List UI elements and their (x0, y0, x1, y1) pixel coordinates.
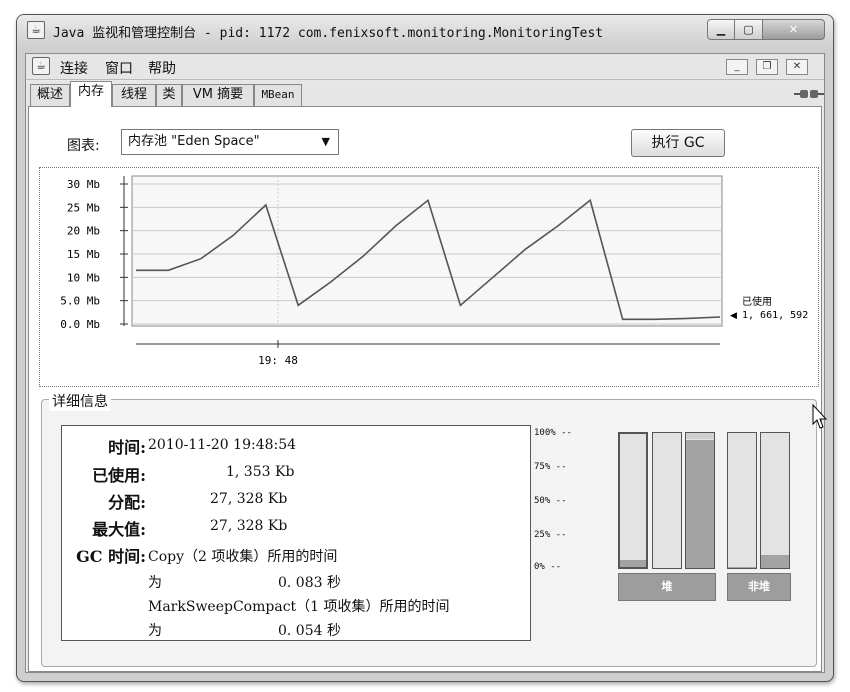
menu-window[interactable]: 窗口 (105, 58, 133, 78)
time-value: 2010-11-20 19:48:54 (148, 437, 297, 453)
pool-bar-survivor[interactable] (652, 432, 682, 569)
chart-select[interactable]: 内存池 "Eden Space" ▼ (121, 129, 339, 155)
nonheap-group-label: 非堆 (727, 573, 791, 601)
used-value: 1, 353 Kb (226, 464, 295, 480)
gc-copy-line: Copy（2 项收集）所用的时间 (148, 549, 338, 565)
pct-label: 50% -- (534, 496, 567, 506)
caption-buttons: ▁ ▢ ✕ (707, 19, 825, 40)
menu-help[interactable]: 帮助 (148, 58, 176, 78)
pool-bar-fill (728, 566, 756, 568)
y-tick-label: 15 Mb (67, 248, 100, 261)
frame-close-button[interactable]: ✕ (786, 59, 808, 75)
legend-marker-icon: ◀ (730, 311, 737, 321)
close-icon: ✕ (792, 61, 802, 72)
java-cup-icon: ☕ (32, 57, 50, 75)
details-title: 详细信息 (49, 391, 111, 411)
gc-copy-prefix: 为 (148, 575, 162, 591)
used-label: 已使用: (92, 466, 146, 485)
pool-bar-fill (620, 560, 646, 567)
frame-minimize-button[interactable]: _ (726, 59, 748, 75)
connection-plug-icon (794, 90, 824, 98)
heap-group-label: 堆 (618, 573, 716, 601)
minimize-icon: ▁ (716, 23, 726, 36)
restore-icon: ❐ (762, 61, 772, 72)
memory-chart: 30 Mb 25 Mb 20 Mb 15 Mb 10 Mb 5.0 Mb 0.0 Mb 19… (39, 167, 819, 387)
y-tick-label: 5.0 Mb (60, 295, 100, 308)
y-tick-label: 10 Mb (67, 271, 100, 284)
y-tick-label: 30 Mb (67, 178, 100, 191)
y-tick-label: 25 Mb (67, 201, 100, 214)
pool-bar-perm-gen[interactable] (760, 432, 790, 569)
minimize-icon: _ (734, 61, 740, 72)
gc-time-label: GC 时间: (76, 547, 146, 566)
memory-tab-panel: 图表: 内存池 "Eden Space" ▼ 执行 GC 30 Mb 25 Mb 2… (28, 106, 822, 672)
pct-label: 75% -- (534, 462, 567, 472)
max-value: 27, 328 Kb (210, 518, 288, 534)
minimize-button[interactable]: ▁ (707, 19, 735, 40)
gc-msc-prefix: 为 (148, 623, 162, 639)
memory-pool-bars: 100% -- 75% -- 50% -- 25% -- 0% -- 堆 非堆 (534, 428, 794, 622)
tab-classes[interactable]: 类 (156, 84, 182, 106)
app-window: ☕ Java 监视和管理控制台 - pid: 1172 com.fenixsof… (16, 14, 834, 682)
pool-bar-eden[interactable] (618, 432, 648, 569)
internal-frame: ☕ 连接 窗口 帮助 _ ❐ ✕ 概述 内存 线程 类 VM 摘要 MBean (25, 53, 825, 673)
dropdown-arrow-icon: ▼ (321, 135, 330, 148)
pool-bar-band (686, 433, 714, 439)
menu-bar: ☕ 连接 窗口 帮助 _ ❐ ✕ (26, 54, 824, 80)
maximize-icon: ▢ (743, 23, 754, 36)
maximize-button[interactable]: ▢ (735, 19, 763, 40)
gc-msc-line: MarkSweepCompact（1 项收集）所用的时间 (148, 599, 450, 615)
time-label: 时间: (108, 438, 146, 457)
tab-threads[interactable]: 线程 (112, 84, 156, 106)
y-tick-label: 0.0 Mb (60, 318, 100, 331)
chart-select-value: 内存池 "Eden Space" (128, 134, 260, 149)
title-bar[interactable]: ☕ Java 监视和管理控制台 - pid: 1172 com.fenixsof… (17, 15, 833, 47)
window-title: Java 监视和管理控制台 - pid: 1172 com.fenixsoft.… (53, 26, 604, 41)
gc-copy-time: 0. 083 秒 (278, 575, 341, 591)
pool-bar-fill (761, 554, 789, 568)
tab-strip: 概述 内存 线程 类 VM 摘要 MBean (26, 81, 824, 107)
mouse-cursor-icon (812, 404, 828, 429)
memory-chart-svg: 30 Mb 25 Mb 20 Mb 15 Mb 10 Mb 5.0 Mb 0.0 Mb 19… (60, 175, 808, 367)
close-button[interactable]: ✕ (763, 19, 825, 40)
tab-vm-summary[interactable]: VM 摘要 (182, 84, 254, 106)
pct-label: 100% -- (534, 428, 572, 438)
x-tick-label: 19: 48 (258, 354, 298, 367)
y-tick-label: 20 Mb (67, 225, 100, 238)
chart-label: 图表: (67, 138, 100, 154)
pool-bar-tenured[interactable] (685, 432, 715, 569)
tab-mbean[interactable]: MBean (254, 84, 302, 106)
tab-overview[interactable]: 概述 (30, 84, 70, 106)
frame-buttons: _ ❐ ✕ (726, 59, 808, 75)
perform-gc-button[interactable]: 执行 GC (631, 129, 725, 157)
frame-restore-button[interactable]: ❐ (756, 59, 778, 75)
menu-connection[interactable]: 连接 (60, 58, 88, 78)
legend-label: 已使用 (742, 295, 772, 308)
plot-background (131, 175, 723, 327)
max-label: 最大值: (92, 520, 146, 539)
pool-bar-code-cache[interactable] (727, 432, 757, 569)
close-icon: ✕ (788, 23, 799, 36)
gc-msc-time: 0. 054 秒 (278, 623, 341, 639)
pct-label: 25% -- (534, 530, 567, 540)
pool-bar-fill (686, 439, 714, 568)
committed-label: 分配: (108, 493, 146, 512)
tab-memory[interactable]: 内存 (70, 81, 112, 107)
committed-value: 27, 328 Kb (210, 491, 288, 507)
java-cup-icon: ☕ (27, 21, 45, 39)
pct-label: 0% -- (534, 562, 562, 572)
legend-value: 1, 661, 592 (742, 310, 808, 321)
details-info-box: 时间: 2010-11-20 19:48:54 已使用: 1, 353 Kb 分… (61, 425, 531, 641)
